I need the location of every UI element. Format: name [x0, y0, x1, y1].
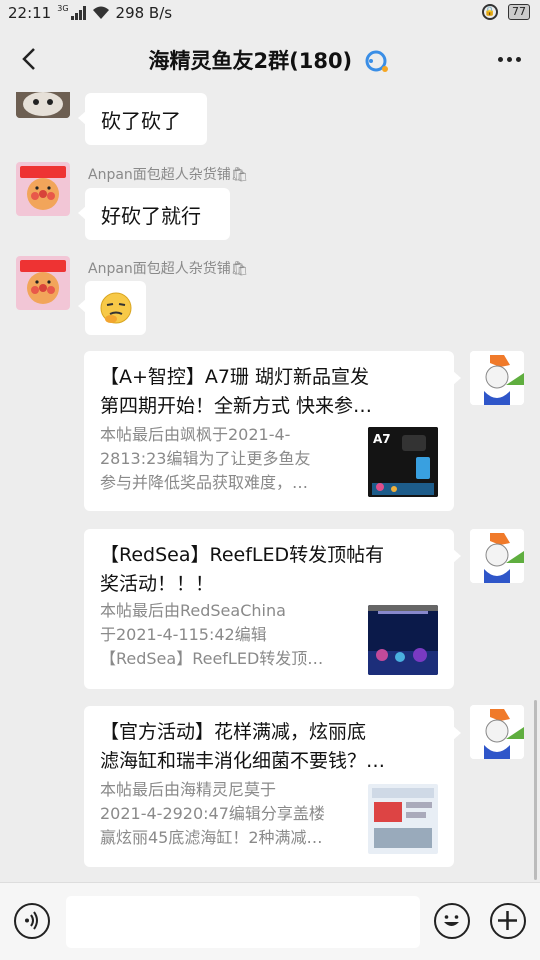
card-title: 【官方活动】花样满减，炫丽底 滤海缸和瑞丰消化细菌不要钱？… — [100, 721, 386, 772]
shopping-bag-icon: 🛍 — [230, 167, 249, 183]
smirk-emoji-icon — [100, 292, 132, 324]
card-description: 本帖最后由飒枫于2021-4- 2813:23编辑为了让更多鱼友 参与并降低奖品… — [100, 425, 311, 492]
self-avatar-image — [470, 705, 524, 759]
avatar-anpanman[interactable] — [16, 162, 70, 216]
voice-icon — [25, 911, 38, 930]
message-list[interactable]: 砍了砍了 Anpan面包超人杂货铺🛍 好砍了就行 Anpan面包超人杂货铺🛍 【… — [0, 92, 540, 882]
plus-icon — [498, 911, 517, 930]
card-description: 本帖最后由海精灵尼莫于 2021-4-2920:47编辑分享盖楼 赢炫丽45底滤… — [100, 780, 325, 847]
card-title: 【RedSea】ReefLED转发顶帖有 奖活动！！！ — [100, 544, 385, 595]
message-bubble[interactable]: 好砍了就行 — [78, 188, 230, 240]
more-actions-button[interactable] — [490, 903, 526, 939]
svg-text:A7: A7 — [373, 432, 391, 446]
voice-button[interactable] — [14, 903, 50, 939]
anpanman-avatar-image — [16, 256, 70, 310]
avatar-self[interactable] — [470, 529, 524, 583]
dog-avatar-image — [16, 92, 70, 118]
shared-link-card[interactable]: 【A+智控】A7珊 瑚灯新品宣发 第四期开始！全新方式 快来参… 本帖最后由飒枫… — [84, 351, 461, 511]
shared-link-card[interactable]: 【RedSea】ReefLED转发顶帖有 奖活动！！！ 本帖最后由RedSeaC… — [84, 529, 461, 689]
card-thumbnail — [368, 784, 438, 854]
promo-screenshot-image — [368, 784, 438, 854]
self-avatar-image — [470, 529, 524, 583]
signal-icon — [70, 6, 86, 20]
self-avatar-image — [470, 351, 524, 405]
battery-indicator: 77 — [508, 4, 530, 20]
network-type: 3G — [57, 3, 69, 13]
avatar-self[interactable] — [470, 351, 524, 405]
emoji-button[interactable] — [434, 903, 470, 939]
chat-title: 海精灵鱼友2群(180) — [0, 45, 540, 75]
emoji-message-bubble[interactable] — [78, 281, 146, 335]
message-text: 好砍了就行 — [101, 204, 201, 228]
status-time: 22:11 — [8, 4, 52, 22]
a7-light-product-image: A7 — [368, 427, 438, 497]
message-text: 砍了砍了 — [101, 109, 181, 133]
wifi-icon — [92, 6, 109, 19]
more-button[interactable] — [492, 44, 526, 74]
message-bubble[interactable]: 砍了砍了 — [78, 93, 207, 145]
sender-name: Anpan面包超人杂货铺🛍 — [88, 261, 249, 277]
message-input[interactable] — [66, 896, 420, 948]
shopping-bag-icon: 🛍 — [230, 261, 249, 277]
smiley-icon — [444, 915, 459, 926]
sender-name: Anpan面包超人杂货铺🛍 — [88, 167, 249, 183]
aquarium-image — [368, 605, 438, 675]
group-name: 海精灵鱼友2群(180) — [148, 49, 353, 73]
input-bar — [0, 882, 540, 960]
scrollbar[interactable] — [534, 700, 537, 880]
chat-header: 海精灵鱼友2群(180) — [0, 28, 540, 92]
card-title: 【A+智控】A7珊 瑚灯新品宣发 第四期开始！全新方式 快来参… — [100, 366, 373, 417]
status-bar: 22:11 3G 298 B/s 🔒 77 — [0, 0, 540, 28]
shared-link-card[interactable]: 【官方活动】花样满减，炫丽底 滤海缸和瑞丰消化细菌不要钱？… 本帖最后由海精灵尼… — [84, 706, 461, 867]
network-speed: 298 B/s — [115, 4, 173, 22]
qq-group-icon — [365, 50, 389, 72]
card-description: 本帖最后由RedSeaChina 于2021-4-115:42编辑 【RedSe… — [100, 601, 324, 668]
card-thumbnail — [368, 605, 438, 675]
avatar-dog[interactable] — [16, 92, 70, 118]
rotation-lock-icon: 🔒 — [482, 4, 498, 20]
card-thumbnail: A7 — [368, 427, 438, 497]
avatar-self[interactable] — [470, 705, 524, 759]
avatar-anpanman[interactable] — [16, 256, 70, 310]
anpanman-avatar-image — [16, 162, 70, 216]
